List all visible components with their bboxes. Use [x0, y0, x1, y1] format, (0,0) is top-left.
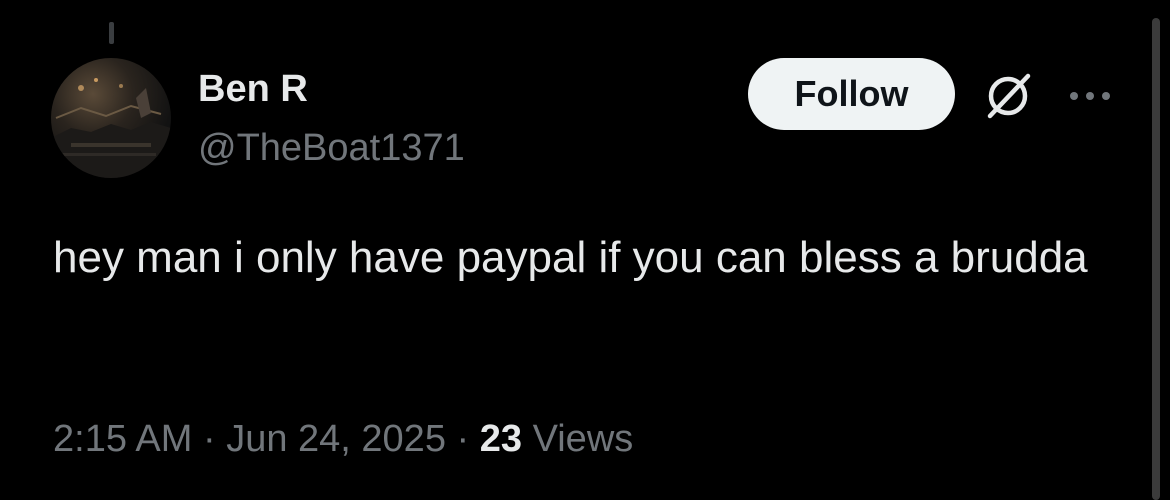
- avatar[interactable]: [51, 58, 171, 178]
- grok-icon[interactable]: [980, 68, 1036, 124]
- tweet-text: hey man i only have paypal if you can bl…: [53, 233, 1088, 282]
- avatar-image: [51, 78, 171, 178]
- views-count: 23: [479, 418, 523, 460]
- thread-connector-line: [109, 22, 114, 44]
- meta-separator: ·: [456, 418, 470, 460]
- meta-separator: ·: [202, 418, 216, 460]
- author-handle[interactable]: @TheBoat1371: [198, 127, 465, 170]
- grok-icon-glyph: [987, 73, 1031, 119]
- more-icon[interactable]: [1060, 78, 1120, 114]
- tweet-date[interactable]: Jun 24, 2025: [226, 418, 446, 460]
- views-label: Views: [532, 418, 634, 460]
- tweet-time[interactable]: 2:15 AM: [53, 418, 192, 460]
- author-name[interactable]: Ben R: [198, 68, 308, 111]
- more-icon-dots: [1070, 92, 1110, 100]
- follow-button[interactable]: Follow: [748, 58, 955, 130]
- scrollbar[interactable]: [1152, 18, 1160, 500]
- tweet-meta: 2:15 AM · Jun 24, 2025 · 23 Views: [53, 418, 633, 461]
